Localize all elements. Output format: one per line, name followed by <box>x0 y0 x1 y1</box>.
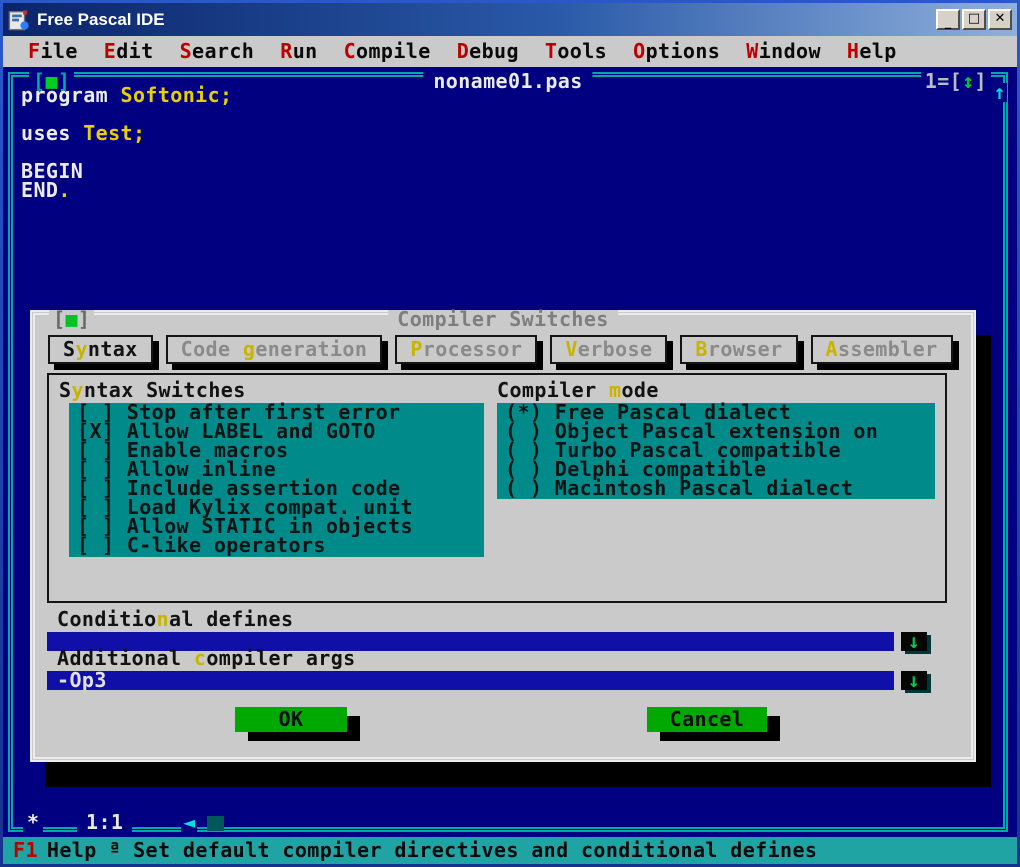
menu-bar: File Edit Search Run Compile Debug Tools… <box>3 36 1017 67</box>
tab-code-generation[interactable]: Code generation <box>165 335 383 364</box>
close-icon: ✕ <box>994 11 1006 26</box>
menu-item-window[interactable]: Window <box>733 41 834 61</box>
close-button[interactable]: ✕ <box>988 9 1012 30</box>
compiler-switches-dialog: [■] Compiler Switches Syntax Code genera… <box>30 307 976 762</box>
conditional-defines-history-button[interactable]: ↓ <box>901 629 927 653</box>
ide-desktop: [■] noname01.pas 1=[↕] ↑ program Softoni… <box>3 67 1017 864</box>
menu-item-debug[interactable]: Debug <box>444 41 532 61</box>
scroll-left-icon[interactable]: ◄ <box>181 812 198 832</box>
zoom-icon: ↕ <box>962 69 975 93</box>
code-line: END. <box>21 178 71 202</box>
cursor-position: 1:1 <box>77 812 133 832</box>
modified-indicator: * <box>23 812 44 832</box>
app-window: Free Pascal IDE _ □ ✕ File Edit Search R… <box>0 0 1020 867</box>
additional-compiler-args-label: Additional compiler args <box>57 646 356 670</box>
maximize-button[interactable]: □ <box>962 9 986 30</box>
dialog-close-button[interactable]: [■] <box>49 307 95 331</box>
status-hint: Set default compiler directives and cond… <box>133 838 818 862</box>
menu-item-edit[interactable]: Edit <box>91 41 167 61</box>
app-icon-graphic <box>8 9 29 30</box>
scroll-up-icon[interactable]: ↑ <box>992 82 1007 102</box>
minimize-button[interactable]: _ <box>936 9 960 30</box>
history-down-icon: ↓ <box>907 629 921 653</box>
compiler-mode-list: (*) Free Pascal dialect ( ) Object Pasca… <box>497 402 935 499</box>
ok-button[interactable]: OK <box>235 707 347 732</box>
maximize-icon: □ <box>967 11 981 26</box>
status-separator: ª <box>108 838 122 862</box>
code-line: uses Test; <box>21 121 146 145</box>
app-icon[interactable] <box>8 9 30 31</box>
scrollbar-thumb[interactable] <box>207 816 224 831</box>
syntax-switches-label: Syntax Switches <box>59 378 246 402</box>
window-titlebar[interactable]: Free Pascal IDE _ □ ✕ <box>3 3 1017 36</box>
radio-macintosh-pascal-dialect[interactable]: ( ) Macintosh Pascal dialect <box>505 478 935 498</box>
tab-syntax[interactable]: Syntax <box>48 335 153 364</box>
additional-compiler-args-input[interactable]: -Op3 <box>47 671 894 690</box>
menu-item-file[interactable]: File <box>15 41 91 61</box>
menu-item-run[interactable]: Run <box>267 41 330 61</box>
tab-assembler[interactable]: Assembler <box>810 335 953 364</box>
menu-item-compile[interactable]: Compile <box>331 41 444 61</box>
tab-browser[interactable]: Browser <box>680 335 798 364</box>
dialog-title: Compiler Switches <box>388 309 618 329</box>
dialog-tabs: Syntax Code generation Processor Verbose… <box>48 335 953 364</box>
window-controls: _ □ ✕ <box>936 9 1017 30</box>
code-line: program Softonic; <box>21 83 233 107</box>
tab-verbose[interactable]: Verbose <box>550 335 668 364</box>
editor-title: noname01.pas <box>423 71 593 91</box>
code-area[interactable]: program Softonic; uses Test; BEGIN END. <box>21 83 233 202</box>
editor-zoom-badge[interactable]: 1=[↕] <box>920 69 991 93</box>
status-help-label[interactable]: Help <box>47 840 97 860</box>
status-f1-key[interactable]: F1 <box>13 840 38 860</box>
window-title: Free Pascal IDE <box>37 9 165 29</box>
additional-args-history-button[interactable]: ↓ <box>901 668 927 692</box>
checkbox-c-like-operators[interactable]: [ ] C-like operators <box>77 535 484 555</box>
tab-processor[interactable]: Processor <box>395 335 538 364</box>
menu-item-options[interactable]: Options <box>620 41 733 61</box>
conditional-defines-label: Conditional defines <box>57 607 294 631</box>
status-bar: F1 Help ª Set default compiler directive… <box>3 837 1017 864</box>
cancel-button[interactable]: Cancel <box>647 707 767 732</box>
minimize-icon: _ <box>944 15 952 30</box>
menu-item-help[interactable]: Help <box>834 41 910 61</box>
syntax-switches-list: [ ] Stop after first error [X] Allow LAB… <box>69 402 484 557</box>
menu-item-search[interactable]: Search <box>167 41 268 61</box>
tab-content-panel: Syntax Switches Compiler mode [ ] Stop a… <box>47 373 947 603</box>
dialog-close-icon: ■ <box>65 307 78 331</box>
compiler-mode-label: Compiler mode <box>497 378 659 402</box>
history-down-icon: ↓ <box>907 668 921 692</box>
menu-item-tools[interactable]: Tools <box>532 41 620 61</box>
